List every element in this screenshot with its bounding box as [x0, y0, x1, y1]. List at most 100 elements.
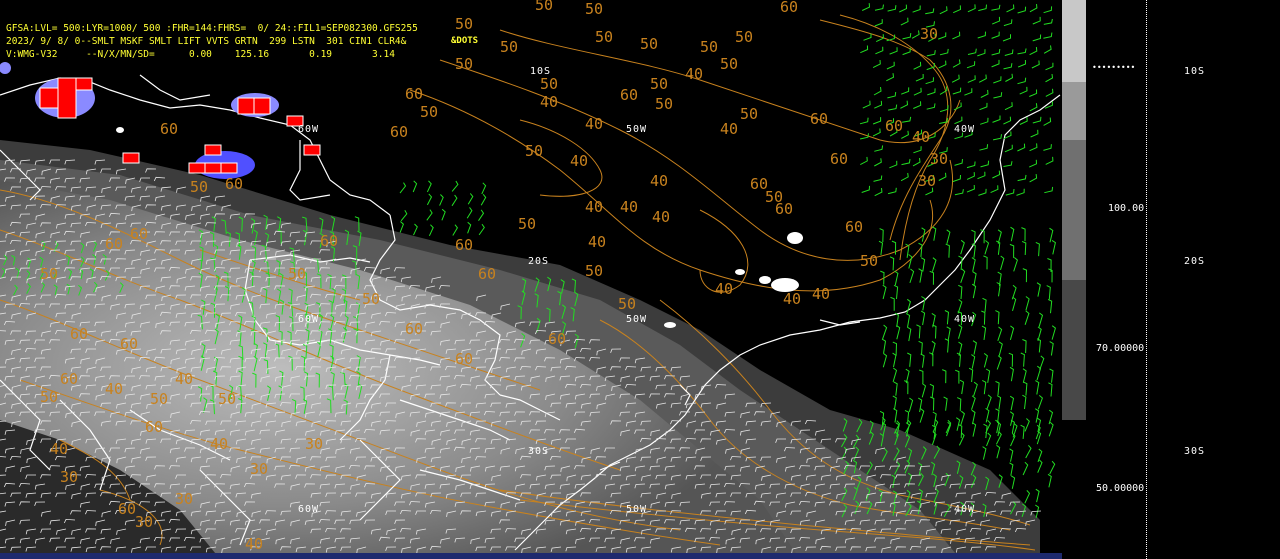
wind-barb	[958, 324, 963, 339]
scale-marker-dots: •••••••••	[1092, 63, 1136, 72]
contour-label: 40	[685, 65, 704, 83]
wind-barb	[998, 341, 1003, 356]
wind-barb	[955, 369, 960, 384]
wind-barb	[908, 254, 913, 269]
wind-barb	[918, 340, 923, 356]
contour-label: 40	[585, 115, 604, 133]
contour-label: 40	[588, 233, 607, 251]
wind-barb	[861, 185, 870, 193]
wind-barb	[1035, 241, 1040, 257]
wind-barb	[901, 87, 910, 95]
wind-barb	[1048, 382, 1053, 397]
wind-barb	[1002, 34, 1011, 42]
legend-panel: 100.00 70.00000 50.00000 ••••••••• 10S 2…	[1062, 0, 1280, 559]
contour-label: 30	[135, 513, 154, 531]
wind-barb	[1024, 310, 1030, 325]
wind-barb	[967, 48, 977, 55]
contour-label: 60	[60, 370, 79, 388]
wind-barb	[944, 310, 950, 325]
contour-label: 30	[930, 150, 949, 168]
wind-barb	[467, 221, 472, 234]
wind-barb	[1032, 34, 1042, 42]
wind-barb	[1003, 116, 1012, 125]
contour-label: 50	[190, 178, 209, 196]
wind-barb	[1045, 73, 1054, 83]
wind-barb	[1049, 460, 1056, 475]
contour-label: 40	[105, 380, 124, 398]
contour-label: 50	[525, 142, 544, 160]
contour-label: 60	[620, 86, 639, 104]
wind-barb	[984, 240, 990, 255]
right-label-20s: 20S	[1184, 256, 1206, 267]
wind-barb	[992, 170, 1001, 179]
wind-barb	[993, 76, 1002, 84]
scale-label-100: 100.00	[1108, 203, 1145, 214]
contour-label: 60	[548, 330, 567, 348]
wind-barb	[913, 146, 922, 154]
wind-barb	[881, 338, 887, 354]
wind-barb	[862, 100, 871, 109]
contour-label: 50	[150, 390, 169, 408]
contour-label: 40	[652, 208, 671, 226]
wind-barb	[992, 16, 1001, 25]
wind-barb	[907, 326, 912, 342]
contour-label: 40	[620, 198, 639, 216]
contour-label: 40	[585, 198, 604, 216]
wind-barb	[1022, 394, 1027, 410]
wind-barb	[1048, 268, 1053, 283]
contour-label: 40	[812, 285, 831, 303]
wind-barb	[882, 284, 887, 300]
wind-barb	[1022, 461, 1029, 476]
wind-barb	[451, 180, 459, 192]
contour-label: 60	[885, 117, 904, 135]
wind-barb	[973, 381, 978, 397]
wind-barb	[1005, 73, 1014, 82]
wind-barb	[995, 380, 1000, 396]
wind-barb	[971, 257, 976, 272]
wind-barb	[426, 193, 433, 206]
wind-barb	[996, 355, 1002, 370]
right-label-30s: 30S	[1184, 446, 1206, 457]
contour-label: 50	[585, 0, 604, 18]
contour-label: 40	[50, 440, 69, 458]
wind-barb	[978, 74, 987, 83]
wind-barb	[991, 4, 1001, 11]
wind-barb	[954, 189, 964, 196]
wind-barb	[900, 17, 909, 26]
wind-barb	[992, 115, 1001, 123]
wind-barb	[943, 396, 948, 411]
wind-barb	[886, 61, 895, 70]
wind-barb	[874, 188, 883, 197]
wind-barb	[1049, 341, 1054, 356]
wind-barb	[986, 394, 992, 409]
wind-barb	[863, 33, 872, 41]
wind-barb	[982, 297, 987, 313]
wind-barb	[954, 116, 963, 125]
wind-barb	[1045, 62, 1054, 71]
wind-barb	[1030, 129, 1039, 138]
grid-label-60w-south: 60W	[298, 504, 320, 515]
wind-barb	[1009, 366, 1014, 382]
wind-barb	[899, 4, 908, 13]
contour-label: 40	[912, 128, 931, 146]
wind-barb	[1004, 144, 1013, 153]
contour-label: 50	[640, 35, 659, 53]
scale-segment-2	[1062, 82, 1086, 140]
wind-barb	[896, 324, 901, 340]
wind-barb	[1025, 296, 1030, 311]
wind-barb	[1022, 381, 1028, 396]
wind-barb	[942, 369, 947, 384]
wind-barb	[1020, 352, 1025, 367]
wind-barb	[1003, 161, 1013, 167]
wind-barb	[996, 444, 1001, 459]
contour-label: 50	[218, 390, 237, 408]
wind-barb	[932, 226, 937, 241]
wind-barb	[921, 383, 927, 398]
wind-barb	[480, 193, 487, 206]
wind-barb	[1048, 409, 1054, 425]
wind-barb	[912, 5, 921, 13]
map-view[interactable]: GFSA:LVL= 500:LYR=1000/ 500 :FHR=144:FHR…	[0, 0, 1062, 559]
contour-label: 50	[500, 38, 519, 56]
grid-label-20s: 20S	[528, 256, 550, 267]
wind-barb	[874, 100, 883, 109]
